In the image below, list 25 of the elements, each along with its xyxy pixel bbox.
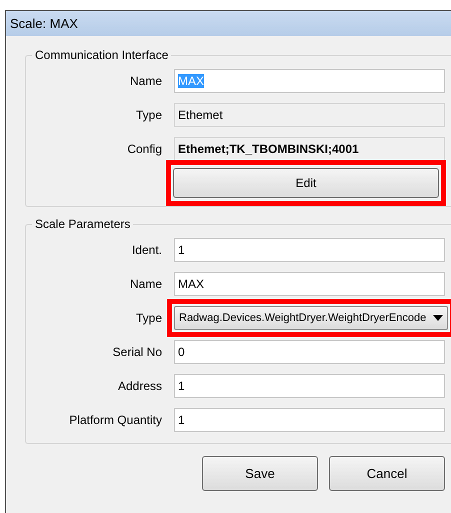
- field-label: Address: [116, 379, 163, 393]
- field-label: Serial No: [112, 345, 163, 359]
- save-button[interactable]: Save: [202, 456, 318, 491]
- cancel-button[interactable]: Cancel: [329, 456, 445, 491]
- window-title: Scale: MAX: [10, 16, 78, 31]
- field-label: Name: [128, 277, 163, 291]
- input-field[interactable]: 1: [174, 374, 445, 398]
- input-field[interactable]: MAX: [174, 272, 445, 296]
- readonly-field: Ethemet;TK_TBOMBINSKI;4001: [174, 137, 445, 161]
- field-label: Config: [126, 142, 163, 156]
- group-title: Communication Interface: [34, 48, 170, 62]
- group-title: Scale Parameters: [34, 217, 132, 231]
- caret-icon: [433, 315, 443, 321]
- field-label: Type: [134, 311, 163, 325]
- field-label: Type: [134, 108, 163, 122]
- type-dropdown[interactable]: Radwag.Devices.WeightDryer.WeightDryerEncode: [174, 306, 448, 330]
- selected-text: MAX: [178, 74, 204, 88]
- readonly-field: Ethemet: [174, 103, 445, 127]
- field-label: Name: [128, 74, 163, 88]
- field-label: Platform Quantity: [68, 413, 163, 427]
- input-field[interactable]: 0: [174, 340, 445, 364]
- edit-button[interactable]: Edit: [173, 168, 439, 198]
- input-field[interactable]: 1: [174, 238, 445, 262]
- field-label: Ident.: [130, 243, 163, 257]
- input-field[interactable]: 1: [174, 408, 445, 432]
